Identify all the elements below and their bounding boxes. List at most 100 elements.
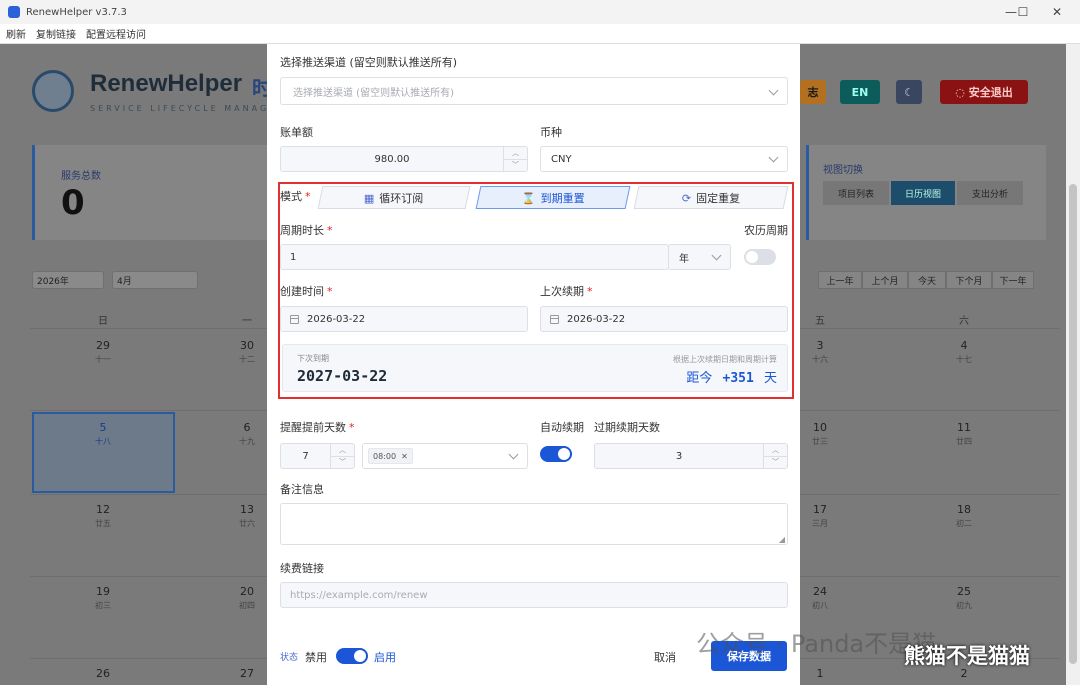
- menu-copy-link[interactable]: 复制链接: [36, 26, 76, 41]
- calendar-day-cell[interactable]: 24 初八: [800, 585, 840, 611]
- amount-value: 980.00: [374, 153, 410, 165]
- brand-name: RenewHelper: [90, 70, 243, 97]
- last-renew-date-picker[interactable]: 2026-03-22: [540, 306, 788, 332]
- overdue-stepper[interactable]: ︿ ﹀: [763, 444, 787, 468]
- weekday-sun: 日: [98, 316, 108, 327]
- calendar-day-cell[interactable]: 3 十六: [800, 339, 840, 365]
- stepper-down-icon[interactable]: ﹀: [504, 158, 527, 172]
- calendar-lunar-day: 十七: [956, 355, 972, 364]
- calendar-day-cell[interactable]: 27: [227, 667, 267, 682]
- resize-handle-icon[interactable]: ◢: [779, 535, 785, 544]
- calendar-day-cell[interactable]: 12 廿五: [83, 503, 123, 529]
- amount-label: 账单额: [280, 126, 313, 139]
- view-expense-tab[interactable]: 支出分析: [957, 181, 1023, 205]
- view-calendar-tab[interactable]: 日历视图: [891, 181, 955, 205]
- calendar-day-cell[interactable]: 20 初四: [227, 585, 267, 611]
- calendar-day-cell[interactable]: 4 十七: [944, 339, 984, 365]
- calendar-day-number: 26: [96, 667, 110, 680]
- calendar-day-cell[interactable]: 30 十二: [227, 339, 267, 365]
- status-on-label: 启用: [374, 651, 396, 664]
- log-button[interactable]: 志: [800, 80, 826, 104]
- view-list-tab[interactable]: 项目列表: [823, 181, 889, 205]
- close-icon[interactable]: ✕: [401, 452, 408, 461]
- stepper-up-icon[interactable]: ︿: [504, 147, 527, 159]
- logout-button[interactable]: ◌ 安全退出: [940, 80, 1028, 104]
- month-select[interactable]: 4月: [112, 271, 198, 289]
- period-label: 周期时长 *: [280, 224, 333, 237]
- channel-select[interactable]: 选择推送渠道 (留空则默认推送所有): [280, 77, 788, 105]
- remind-stepper[interactable]: ︿ ﹀: [330, 444, 354, 468]
- stepper-down-icon[interactable]: ﹀: [764, 455, 787, 469]
- year-select[interactable]: 2026年: [32, 271, 104, 289]
- calendar-lunar-day: 十六: [812, 355, 828, 364]
- stepper-up-icon[interactable]: ︿: [764, 444, 787, 456]
- calendar-day-number: 30: [240, 339, 254, 352]
- tab-fixed-repeat-label: 固定重复: [696, 191, 741, 205]
- tab-fixed-repeat[interactable]: ⟳ 固定重复: [633, 186, 789, 209]
- stepper-down-icon[interactable]: ﹀: [331, 455, 354, 469]
- scrollbar[interactable]: [1066, 44, 1080, 685]
- window-titlebar: RenewHelper v3.7.3 — ☐ ✕: [0, 0, 1080, 24]
- calendar-lunar-day: 初九: [956, 601, 972, 610]
- calendar-day-cell[interactable]: 1: [800, 667, 840, 682]
- days-suffix: 天: [763, 371, 777, 386]
- calendar-day-cell[interactable]: 19 初三: [83, 585, 123, 611]
- period-unit-select[interactable]: 年: [668, 244, 731, 270]
- weekday-sat: 六: [959, 316, 969, 327]
- watermark-text: 公众号 · Panda不是猫: [696, 630, 937, 658]
- period-unit-value: 年: [679, 253, 689, 265]
- link-input[interactable]: https://example.com/renew: [280, 582, 788, 608]
- tab-recurring[interactable]: ▦ 循环订阅: [317, 186, 471, 209]
- close-button[interactable]: ✕: [1034, 0, 1080, 24]
- days-remaining: 距今 +351 天: [686, 367, 777, 386]
- tab-recurring-label: 循环订阅: [379, 191, 424, 205]
- days-prefix: 距今: [686, 371, 713, 386]
- calendar-day-number: 6: [243, 421, 251, 434]
- tab-expiry-reset[interactable]: ⌛ 到期重置: [475, 186, 631, 209]
- calendar-day-cell[interactable]: 29 十一: [83, 339, 123, 365]
- auto-renew-toggle[interactable]: [540, 446, 572, 462]
- cancel-button[interactable]: 取消: [654, 649, 676, 665]
- tab-expiry-reset-label: 到期重置: [540, 191, 585, 205]
- prev-year-button[interactable]: 上一年: [818, 271, 862, 289]
- menu-remote-access[interactable]: 配置远程访问: [86, 26, 146, 41]
- status-toggle[interactable]: [336, 648, 368, 664]
- remind-days-value: 7: [302, 450, 309, 462]
- prev-month-button[interactable]: 上个月: [862, 271, 908, 289]
- calendar-day-cell[interactable]: 6 十九: [227, 421, 267, 447]
- currency-select[interactable]: CNY: [540, 146, 788, 172]
- calendar-day-cell[interactable]: 18 初二: [944, 503, 984, 529]
- next-month-button[interactable]: 下个月: [946, 271, 992, 289]
- calendar-lunar-day: 初八: [812, 601, 828, 610]
- lunar-toggle[interactable]: [744, 249, 776, 265]
- currency-label: 币种: [540, 126, 562, 139]
- today-button[interactable]: 今天: [908, 271, 946, 289]
- chevron-down-icon: [768, 85, 779, 96]
- calendar-lunar-day: 十八: [95, 437, 111, 446]
- amount-stepper[interactable]: ︿ ﹀: [503, 147, 527, 171]
- scrollbar-thumb[interactable]: [1069, 184, 1077, 664]
- calendar-day-cell[interactable]: 17 三月: [800, 503, 840, 529]
- watermark-text-2: 熊猫不是猫猫: [904, 644, 1030, 668]
- calendar-day-cell[interactable]: 26: [83, 667, 123, 682]
- calendar-day-number: 10: [813, 421, 827, 434]
- stepper-up-icon[interactable]: ︿: [331, 444, 354, 456]
- channel-label: 选择推送渠道 (留空则默认推送所有): [280, 56, 458, 69]
- language-button[interactable]: EN: [840, 80, 880, 104]
- next-year-button[interactable]: 下一年: [992, 271, 1034, 289]
- note-textarea[interactable]: ◢: [280, 503, 788, 545]
- moon-icon[interactable]: ☾: [896, 80, 922, 104]
- calendar-day-number: 5: [99, 421, 107, 434]
- menu-refresh[interactable]: 刷新: [6, 26, 26, 41]
- calendar-day-cell[interactable]: 25 初九: [944, 585, 984, 611]
- period-input[interactable]: 1: [280, 244, 669, 270]
- calendar-day-cell[interactable]: 13 廿六: [227, 503, 267, 529]
- calendar-day-cell[interactable]: 10 廿三: [800, 421, 840, 447]
- amount-input[interactable]: 980.00 ︿ ﹀: [280, 146, 528, 172]
- remind-days-input[interactable]: 7 ︿ ﹀: [280, 443, 355, 469]
- last-renew-label: 上次续期 *: [540, 285, 593, 298]
- overdue-days-input[interactable]: 3 ︿ ﹀: [594, 443, 788, 469]
- calendar-day-cell[interactable]: 5 十八: [83, 421, 123, 447]
- calendar-day-cell[interactable]: 11 廿四: [944, 421, 984, 447]
- created-date-picker[interactable]: 2026-03-22: [280, 306, 528, 332]
